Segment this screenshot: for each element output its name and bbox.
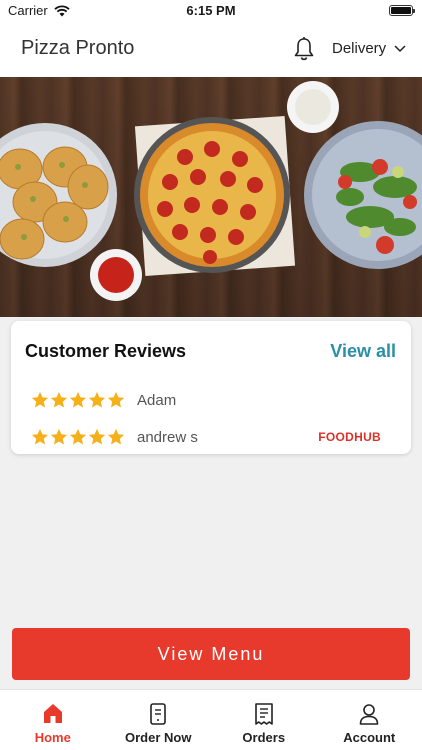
tab-orders[interactable]: Orders	[211, 690, 317, 750]
status-time: 6:15 PM	[186, 3, 236, 18]
foodhub-logo: FOODHUB	[318, 430, 381, 444]
app-title: Pizza Pronto	[21, 37, 135, 59]
tab-account[interactable]: Account	[317, 690, 422, 750]
star-icon	[107, 428, 125, 445]
battery-icon	[389, 5, 415, 16]
reviewer-name: andrew s	[137, 428, 198, 446]
tab-label: Home	[34, 730, 71, 745]
tab-home[interactable]: Home	[0, 690, 106, 750]
chevron-down-icon	[394, 44, 406, 52]
reviewer-name: Adam	[137, 391, 177, 409]
star-icon	[69, 391, 87, 408]
star-icon	[88, 391, 106, 408]
star-icon	[50, 391, 68, 408]
hero-food-banner	[0, 77, 422, 317]
customer-reviews-card: Customer Reviews View all Adam andrew s …	[11, 321, 411, 454]
food-image	[0, 81, 422, 301]
star-icon	[88, 428, 106, 445]
star-icon	[69, 428, 87, 445]
star-icon	[107, 391, 125, 408]
star-rating	[31, 428, 125, 446]
review-item: Adam	[31, 391, 176, 409]
bell-icon[interactable]	[292, 36, 316, 62]
view-menu-button[interactable]: View Menu	[12, 628, 410, 680]
tab-order-now[interactable]: Order Now	[106, 690, 212, 750]
home-icon	[43, 704, 62, 723]
view-all-reviews-link[interactable]: View all	[330, 341, 396, 362]
delivery-mode-selector[interactable]: Delivery	[332, 40, 406, 57]
delivery-mode-label: Delivery	[332, 40, 387, 57]
reviews-title: Customer Reviews	[25, 341, 187, 361]
status-bar: Carrier 6:15 PM	[0, 0, 422, 22]
star-rating	[31, 391, 125, 409]
bottom-tab-bar: Home Order Now Orders Account	[0, 689, 422, 750]
star-icon	[50, 428, 68, 445]
receipt-icon	[254, 703, 273, 725]
review-item: andrew s	[31, 428, 198, 446]
order-icon	[150, 703, 167, 725]
user-icon	[359, 704, 379, 725]
star-icon	[31, 428, 49, 445]
tab-label: Account	[343, 730, 396, 745]
tab-label: Orders	[242, 730, 286, 745]
star-icon	[31, 391, 49, 408]
tab-label: Order Now	[125, 730, 192, 745]
app-header: Pizza Pronto Delivery	[0, 22, 422, 77]
